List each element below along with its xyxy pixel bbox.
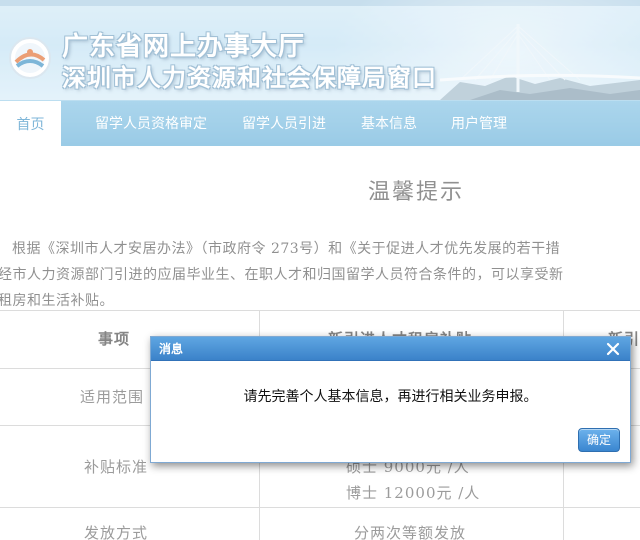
ok-button[interactable]: 确定 — [578, 428, 620, 452]
close-icon[interactable] — [604, 340, 622, 358]
message-dialog: 消息 请先完善个人基本信息，再进行相关业务申报。 确定 — [150, 336, 631, 463]
dialog-message: 请先完善个人基本信息，再进行相关业务申报。 — [243, 389, 538, 405]
dialog-body: 请先完善个人基本信息，再进行相关业务申报。 确定 — [151, 362, 630, 462]
dialog-title: 消息 — [159, 342, 184, 356]
dialog-header: 消息 — [151, 337, 630, 361]
